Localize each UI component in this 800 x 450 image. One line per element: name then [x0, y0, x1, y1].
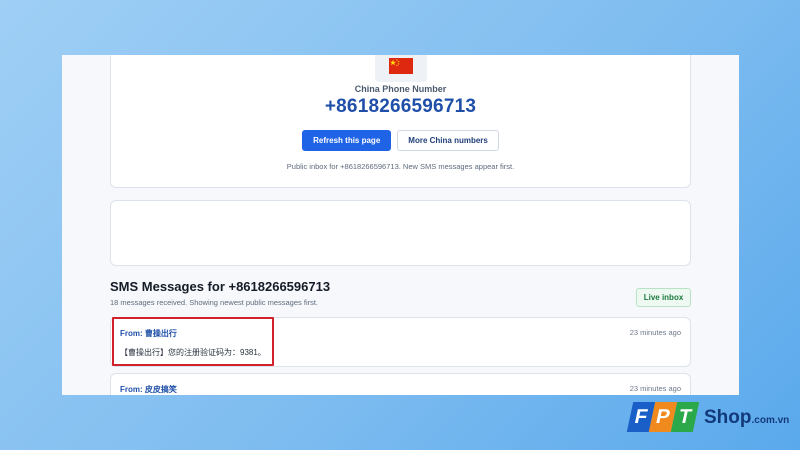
- sms-section-subtitle: 18 messages received. Showing newest pub…: [110, 298, 319, 307]
- more-numbers-button[interactable]: More China numbers: [397, 130, 499, 151]
- flag-container: [375, 55, 427, 82]
- sms-section-title: SMS Messages for +8618266596713: [110, 279, 331, 294]
- ad-placeholder: [110, 200, 691, 266]
- message-item[interactable]: From: 皮皮搞笑 23 minutes ago: [110, 373, 691, 395]
- phone-number-card: China Phone Number +8618266596713 Refres…: [110, 55, 691, 188]
- live-inbox-badge: Live inbox: [636, 288, 691, 307]
- browser-viewport: China Phone Number +8618266596713 Refres…: [62, 55, 739, 395]
- logo-text: Shop .com.vn: [704, 407, 789, 429]
- message-time: 23 minutes ago: [629, 384, 681, 393]
- highlight-box: [112, 317, 274, 366]
- phone-number: +8618266596713: [324, 96, 477, 117]
- logo-tile-t: T: [670, 402, 700, 432]
- refresh-button[interactable]: Refresh this page: [302, 130, 392, 151]
- logo-shop-text: Shop: [704, 407, 752, 428]
- inbox-note: Public inbox for +8618266596713. New SMS…: [286, 162, 515, 171]
- country-label: China Phone Number: [354, 84, 447, 94]
- logo-tiles: F P T: [626, 398, 702, 438]
- message-sender[interactable]: From: 皮皮搞笑: [120, 384, 177, 395]
- message-time: 23 minutes ago: [629, 328, 681, 337]
- fpt-shop-logo: F P T Shop .com.vn: [626, 398, 796, 438]
- logo-domain-text: .com.vn: [751, 415, 790, 426]
- china-flag-icon: [389, 58, 413, 74]
- action-buttons: Refresh this page More China numbers: [111, 130, 690, 151]
